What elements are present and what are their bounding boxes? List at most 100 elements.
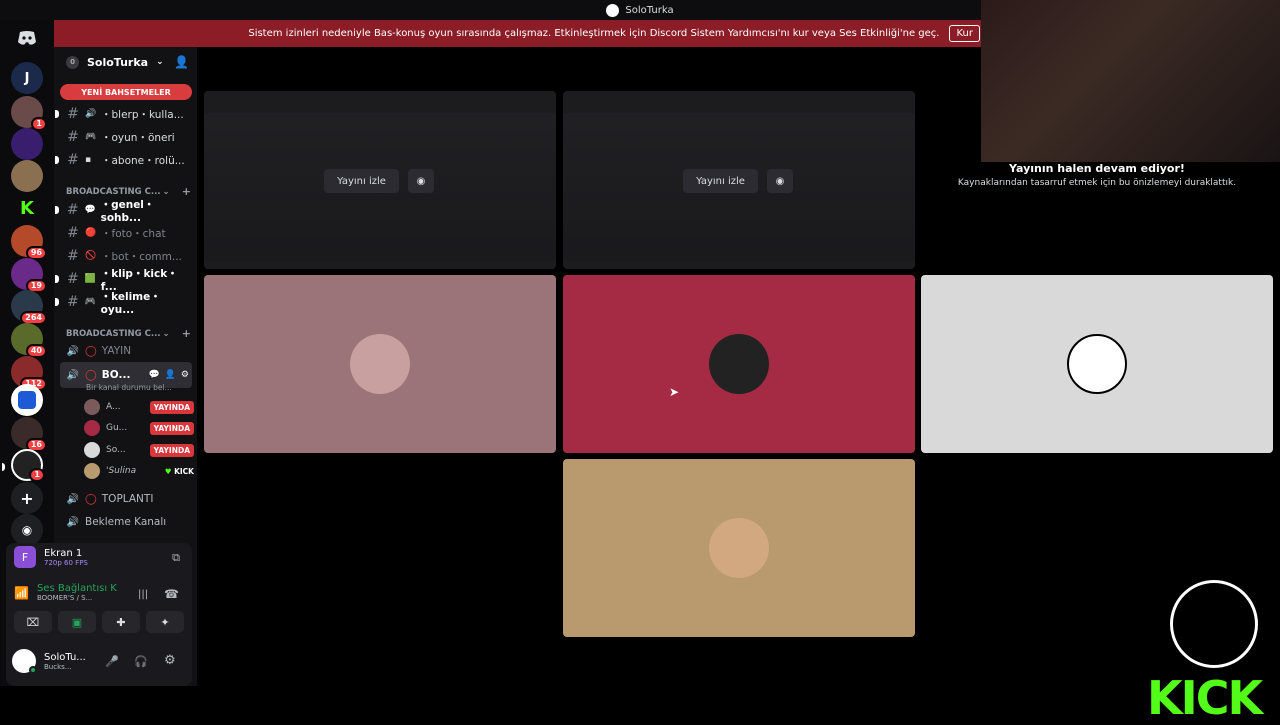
watch-stream-button[interactable]: Yayını izle: [324, 169, 399, 193]
participant-tile[interactable]: [563, 459, 915, 637]
kick-logo: KICK: [1147, 671, 1263, 725]
participant-tile[interactable]: [921, 275, 1273, 453]
server-icon[interactable]: [11, 160, 43, 192]
channel-item[interactable]: # 💬 ・genel・sohb...: [55, 199, 192, 224]
voice-user[interactable]: A... YAYINDA: [84, 397, 194, 417]
server-icon[interactable]: J: [11, 62, 43, 94]
channel-item[interactable]: # 🎮 ・oyun・öneri: [60, 126, 192, 148]
green-emoji-icon: 🟩: [84, 274, 96, 284]
chevron-down-icon: ⌄: [162, 328, 170, 339]
soundboard-button[interactable]: ✦: [146, 611, 184, 633]
camera-off-button[interactable]: ⌧: [14, 611, 52, 633]
preview-eye-icon[interactable]: ◉: [767, 169, 793, 193]
stream-tile[interactable]: Yayını izle ◉: [563, 91, 915, 269]
server-icon[interactable]: 1: [11, 96, 47, 131]
voice-connection-info[interactable]: 📶 Ses Bağlantısı K BOOMER'S / S...: [14, 583, 117, 602]
online-status-icon: [29, 666, 37, 674]
category-header[interactable]: BROADCASTING C... ⌄ +: [66, 327, 191, 340]
speaker-icon: 🔊: [66, 345, 80, 357]
stop-share-icon[interactable]: ⧉: [172, 551, 180, 565]
voice-stage: Yayını izle ◉ Yayını izle ◉ ➤: [197, 47, 1273, 686]
voice-user[interactable]: 'Sulina ♥ KICK: [84, 461, 194, 481]
text-channel-icon: #: [67, 271, 79, 287]
watch-stream-button[interactable]: Yayını izle: [683, 169, 758, 193]
channel-name: ・kelime・oyu...: [100, 290, 161, 316]
add-channel-icon[interactable]: +: [182, 327, 191, 340]
square-emoji-icon: ▪: [85, 155, 92, 165]
server-icon[interactable]: 40: [11, 323, 47, 358]
avatar: [709, 334, 769, 394]
channel-name: ・blerp・kulla...: [101, 108, 184, 121]
discord-app: SoloTurka J 1 K 96 19 264 40 112 16 1 + …: [0, 0, 1280, 725]
heart-icon: ♥: [164, 466, 172, 476]
server-icon[interactable]: 16: [11, 417, 47, 452]
avatar: [1067, 334, 1127, 394]
boost-badge: 0: [66, 55, 79, 69]
channel-item[interactable]: # 🔊 ・blerp・kulla...: [55, 103, 192, 125]
headphones-icon[interactable]: 🎧: [134, 655, 148, 668]
voice-user[interactable]: Gu... YAYINDA: [84, 418, 194, 438]
speaker-emoji-icon: 🔊: [85, 109, 97, 119]
invite-icon[interactable]: 👤: [165, 370, 176, 380]
paused-subtitle: Kaynaklarından tasarruf etmek için bu ön…: [957, 178, 1237, 188]
discord-home-icon[interactable]: [11, 22, 43, 54]
server-icon[interactable]: 264: [11, 290, 47, 325]
channel-status[interactable]: Bir kanal durumu bel...: [86, 383, 172, 392]
server-icon[interactable]: [11, 384, 43, 416]
server-icon[interactable]: 96: [11, 225, 47, 260]
screen-share-button[interactable]: ▣: [58, 611, 96, 633]
chat-icon[interactable]: 💬: [148, 370, 159, 380]
voice-user-name: So...: [106, 445, 126, 455]
gear-icon[interactable]: ⚙: [181, 370, 189, 380]
kick-server-icon[interactable]: K: [11, 192, 43, 224]
channel-item[interactable]: # 🎮 ・kelime・oyu...: [55, 290, 192, 316]
voice-user[interactable]: So... YAYINDA: [84, 440, 194, 460]
avatar: [84, 420, 100, 436]
live-badge: YAYINDA: [149, 443, 194, 457]
soundwave-icon[interactable]: |||: [138, 589, 148, 600]
no-entry-emoji-icon: 🚫: [85, 251, 97, 261]
voice-user-name: A...: [106, 402, 121, 412]
add-server-icon[interactable]: +: [11, 482, 43, 514]
kick-activity-badge: ♥ KICK: [165, 467, 194, 476]
participant-tile[interactable]: [563, 275, 915, 453]
speaker-icon: 🔊: [66, 369, 80, 381]
chevron-down-icon: ⌄: [162, 186, 170, 197]
new-mentions-pill[interactable]: YENİ BAHSETMELER: [60, 84, 192, 100]
voice-channel-item[interactable]: 🔊 Bekleme Kanalı: [60, 511, 192, 533]
invite-people-icon[interactable]: 👤: [174, 55, 189, 69]
voice-channel-item[interactable]: 🔊 ◯ TOPLANTI: [60, 488, 192, 510]
red-emoji-icon: 🔴: [85, 228, 97, 238]
channel-name: ・foto・chat: [101, 227, 166, 240]
screen-share-icon: F: [14, 546, 36, 568]
server-icon[interactable]: [11, 128, 43, 160]
avatar: [709, 518, 769, 578]
channel-item[interactable]: # 🟩 ・klip・kick・f...: [55, 268, 192, 293]
server-logo-icon: [18, 391, 36, 409]
voice-user-name: Gu...: [106, 423, 128, 433]
voice-channel-item[interactable]: 🔊 ◯ YAYIN: [60, 340, 192, 362]
server-header[interactable]: 0 SoloTurka ⌄ 👤: [54, 47, 197, 77]
server-initial: J: [24, 70, 30, 86]
channel-item[interactable]: # ▪ ・abone・rolü...: [55, 149, 192, 171]
channel-item[interactable]: # 🚫 ・bot・comm...: [60, 245, 192, 267]
red-circle-icon: ◯: [85, 345, 97, 357]
server-icon-selected[interactable]: 1: [2, 449, 45, 482]
channel-item[interactable]: # 🔴 ・foto・chat: [60, 222, 192, 244]
avatar: [350, 334, 410, 394]
stream-tile[interactable]: Yayını izle ◉: [204, 91, 556, 269]
unread-indicator: [55, 275, 59, 283]
gear-icon[interactable]: ⚙: [164, 653, 176, 668]
activities-button[interactable]: ✚: [102, 611, 140, 633]
unread-indicator: [55, 206, 59, 214]
disconnect-icon[interactable]: ☎: [164, 587, 179, 601]
install-button[interactable]: Kur: [949, 25, 980, 42]
text-channel-icon: #: [67, 152, 79, 168]
microphone-icon[interactable]: 🎤: [105, 655, 119, 668]
preview-eye-icon[interactable]: ◉: [408, 169, 434, 193]
user-account[interactable]: SoloTu... Bucks...: [12, 649, 86, 674]
discover-icon[interactable]: ◉: [11, 514, 43, 546]
screen-share-info[interactable]: F Ekran 1 720p 60 FPS: [14, 546, 88, 568]
participant-tile[interactable]: [204, 275, 556, 453]
server-icon[interactable]: 19: [11, 258, 47, 293]
